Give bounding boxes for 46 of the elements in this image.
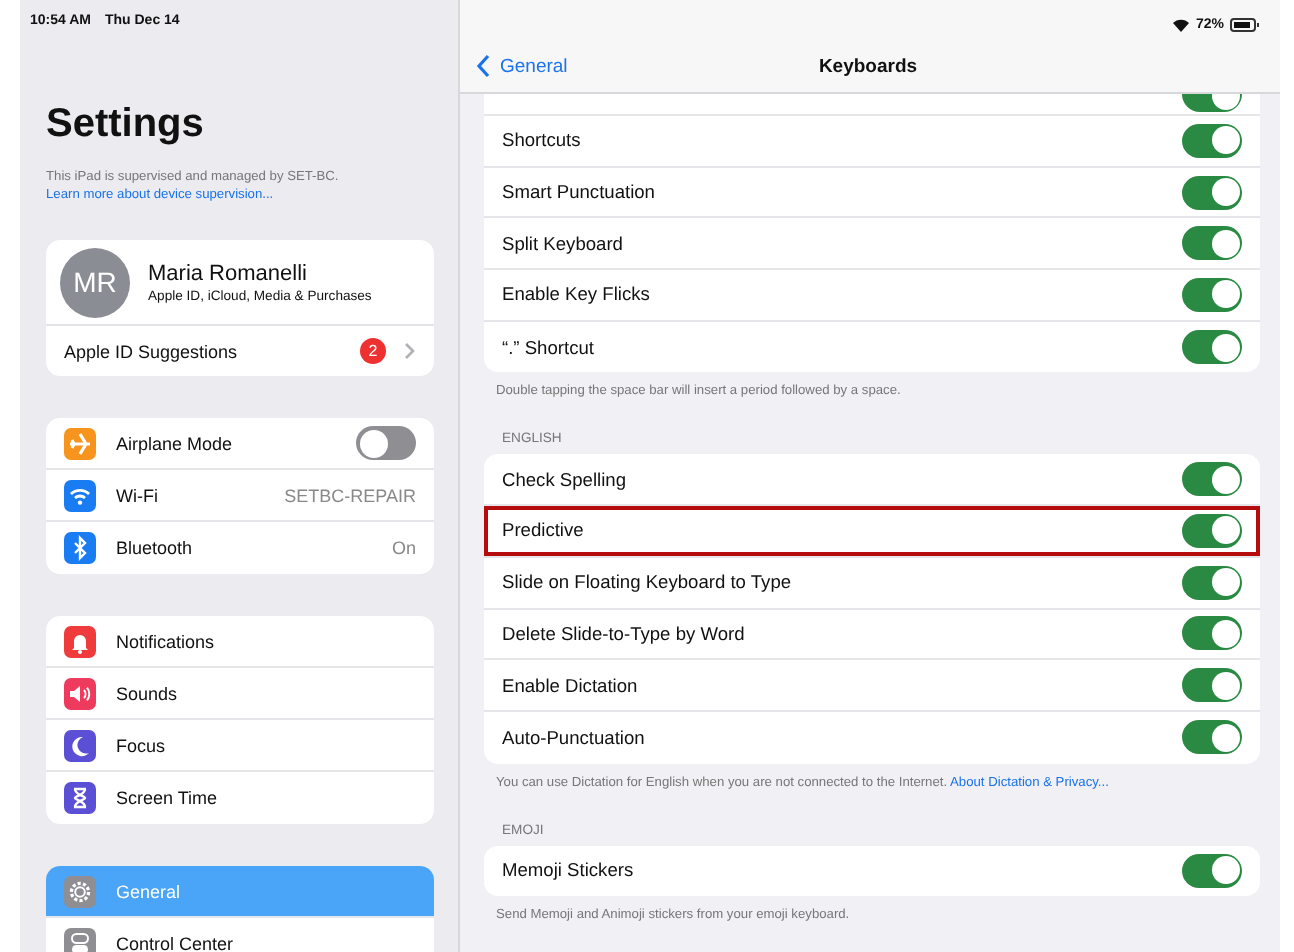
page-title: Keyboards — [816, 55, 920, 77]
setting-label: “.” Shortcut — [502, 337, 594, 358]
chevron-icon — [404, 342, 416, 360]
setting-label: Shortcuts — [502, 130, 581, 151]
back-button[interactable]: General — [476, 54, 568, 78]
setting-label: Memoji Stickers — [502, 860, 634, 881]
toggle-switch[interactable] — [1182, 513, 1242, 548]
setting-value: On — [391, 538, 416, 558]
setting-label: Split Keyboard — [502, 233, 623, 254]
setting-label: Auto-Punctuation — [502, 727, 645, 748]
settings-title: Settings — [46, 102, 206, 150]
profile-name: Maria Romanelli — [148, 261, 309, 285]
setting-label: Enable Dictation — [502, 675, 638, 696]
wifi-icon — [1171, 18, 1190, 32]
toggle-switch[interactable] — [1182, 277, 1242, 312]
setting-label: Delete Slide-to-Type by Word — [502, 623, 745, 644]
sidebar-item[interactable]: Wi-Fi SETBC-REPAIR — [46, 470, 434, 522]
toggle-switch[interactable] — [1182, 616, 1242, 651]
toggle-switch[interactable] — [1182, 123, 1242, 158]
setting-value: SETBC-REPAIR — [284, 485, 416, 505]
setting-label: Slide on Floating Keyboard to Type — [502, 572, 792, 593]
sidebar-item[interactable]: Focus — [46, 720, 434, 772]
sidebar-item[interactable]: Screen Time — [46, 772, 434, 824]
toggle-switch[interactable] — [1182, 175, 1242, 210]
suggestions-row[interactable]: Apple ID Suggestions 2 — [46, 326, 434, 376]
notification-badge: 2 — [360, 338, 386, 364]
sidebar-item[interactable]: Control Center — [46, 918, 434, 952]
toggle-switch[interactable] — [1182, 720, 1242, 755]
battery-icon — [1230, 18, 1260, 32]
sidebar-item[interactable]: Notifications — [46, 616, 434, 668]
toggle-switch[interactable] — [1182, 330, 1242, 365]
toggle-switch[interactable] — [356, 426, 416, 460]
toggle-switch[interactable] — [1182, 226, 1242, 261]
setting-label: Smart Punctuation — [502, 182, 655, 203]
toggle-switch[interactable] — [1182, 853, 1242, 888]
sidebar-item[interactable]: Bluetooth On — [46, 522, 434, 574]
setting-label: Predictive — [502, 520, 584, 541]
back-chevron-icon — [476, 54, 490, 78]
sidebar-item[interactable]: Airplane Mode — [46, 418, 434, 470]
toggle-switch[interactable] — [1182, 565, 1242, 600]
sidebar-item[interactable]: Sounds — [46, 668, 434, 720]
toggle-switch[interactable] — [1182, 94, 1242, 112]
setting-label: Enable Key Flicks — [502, 284, 650, 305]
setting-label: Check Spelling — [502, 469, 627, 490]
toggle-switch[interactable] — [1182, 668, 1242, 703]
toggle-switch[interactable] — [1182, 462, 1242, 497]
